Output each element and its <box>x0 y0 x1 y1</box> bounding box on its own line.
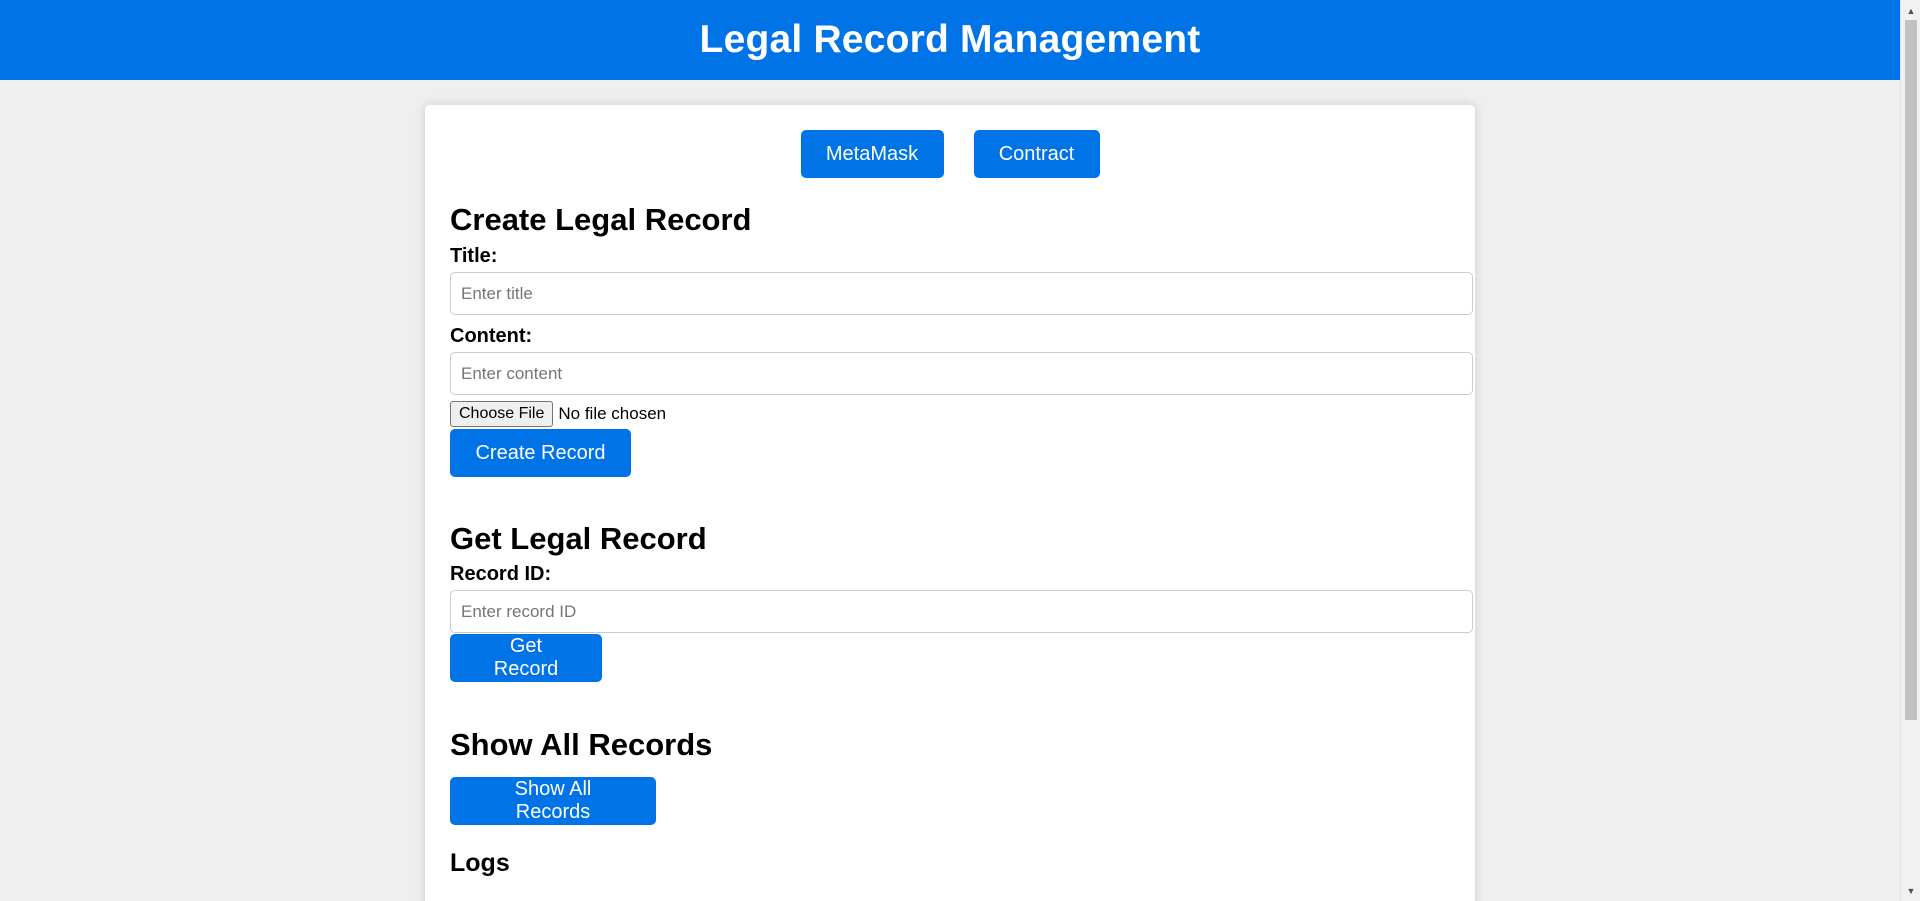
show-all-section: Show All Records Show All Records <box>450 727 1450 825</box>
page-title: Legal Record Management <box>699 18 1201 61</box>
show-all-heading: Show All Records <box>450 727 713 762</box>
triangle-up-icon[interactable]: ▲ <box>1901 2 1920 19</box>
create-record-button[interactable]: Create Record <box>450 429 631 477</box>
top-button-group: MetaMask Contract <box>450 130 1450 178</box>
title-input[interactable] <box>450 272 1473 315</box>
metamask-button[interactable]: MetaMask <box>800 130 944 178</box>
triangle-down-icon[interactable]: ▼ <box>1901 882 1920 899</box>
create-record-heading: Create Legal Record <box>450 202 752 237</box>
record-id-label: Record ID: <box>450 563 552 585</box>
logs-heading: Logs <box>450 849 510 877</box>
file-status-text: No file chosen <box>558 404 667 423</box>
title-label: Title: <box>450 245 498 267</box>
main-card: MetaMask Contract Create Legal Record Ti… <box>425 105 1475 901</box>
scrollbar-thumb[interactable] <box>1905 20 1917 720</box>
choose-file-button[interactable]: Choose File <box>450 401 554 427</box>
logs-section: Logs <box>450 849 1450 878</box>
get-record-button[interactable]: Get Record <box>450 634 602 682</box>
page: Legal Record Management MetaMask Contrac… <box>0 0 1900 901</box>
get-record-heading: Get Legal Record <box>450 521 707 556</box>
content-input[interactable] <box>450 352 1473 395</box>
file-picker: Choose File No file chosen <box>450 401 1450 427</box>
contract-button[interactable]: Contract <box>973 130 1100 178</box>
show-all-records-button[interactable]: Show All Records <box>450 777 656 825</box>
vertical-scrollbar[interactable]: ▲ ▼ <box>1900 0 1920 901</box>
content-label: Content: <box>450 325 533 347</box>
create-record-section: Create Legal Record Title: Content: Choo… <box>450 202 1473 477</box>
record-id-input[interactable] <box>450 590 1473 633</box>
get-record-section: Get Legal Record Record ID: Get Record <box>450 521 1473 682</box>
app-header: Legal Record Management <box>0 0 1900 80</box>
